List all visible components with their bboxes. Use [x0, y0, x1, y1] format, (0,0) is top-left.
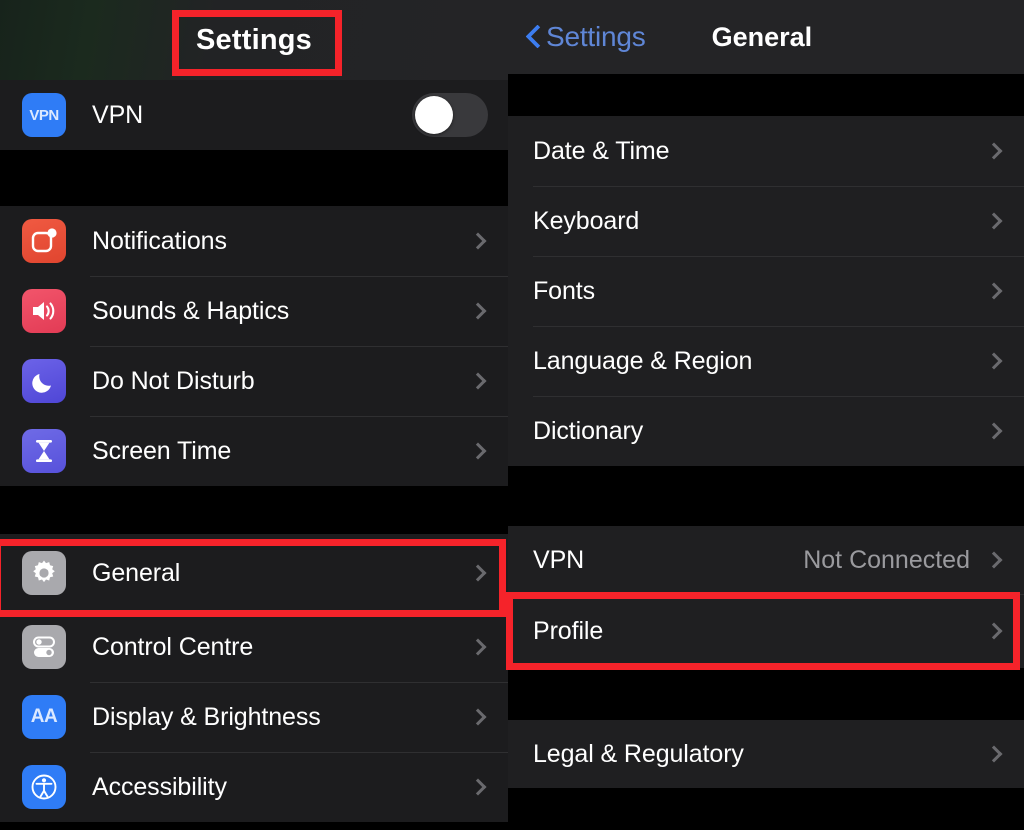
settings-group-system: General Control Centre [0, 534, 508, 822]
general-detail-panel: Settings General Date & Time Keyboard Fo… [508, 0, 1024, 830]
settings-row-screen-time[interactable]: Screen Time [0, 416, 508, 486]
section-gap [508, 668, 1024, 720]
settings-row-label: VPN [92, 101, 143, 130]
left-nav-header: Settings [0, 0, 508, 80]
display-icon-text: AA [31, 706, 57, 728]
settings-row-label: Keyboard [533, 207, 639, 236]
chevron-right-icon [986, 552, 1003, 569]
chevron-right-icon [986, 143, 1003, 160]
sounds-icon [22, 289, 66, 333]
accessibility-icon [22, 765, 66, 809]
settings-row-label: Do Not Disturb [92, 367, 255, 396]
page-title: Settings [196, 24, 312, 57]
settings-row-label: Display & Brightness [92, 703, 321, 732]
back-button-label: Settings [546, 21, 646, 53]
settings-row-label: Notifications [92, 227, 227, 256]
accessibility-glyph [29, 772, 59, 802]
vpn-icon: VPN [22, 93, 66, 137]
settings-group-vpn: VPN VPN [0, 80, 508, 150]
settings-group-alerts: Notifications Sounds & Haptics [0, 206, 508, 486]
moon-glyph [29, 366, 59, 396]
chevron-right-icon [986, 283, 1003, 300]
settings-row-notifications[interactable]: Notifications [0, 206, 508, 276]
general-row-fonts[interactable]: Fonts [508, 256, 1024, 326]
general-row-keyboard[interactable]: Keyboard [508, 186, 1024, 256]
vpn-toggle[interactable] [412, 93, 488, 137]
gear-icon [22, 551, 66, 595]
chevron-left-icon [526, 23, 542, 51]
general-group-legal: Legal & Regulatory [508, 720, 1024, 788]
general-row-profile[interactable]: Profile [508, 594, 1024, 668]
chevron-right-icon [470, 443, 487, 460]
settings-row-sounds-haptics[interactable]: Sounds & Haptics [0, 276, 508, 346]
right-nav-header: Settings General [508, 0, 1024, 74]
notifications-glyph [29, 226, 59, 256]
toggle-knob [415, 96, 453, 134]
chevron-right-icon [470, 303, 487, 320]
settings-row-label: Date & Time [533, 137, 669, 166]
settings-row-label: Fonts [533, 277, 595, 306]
chevron-right-icon [470, 373, 487, 390]
chevron-right-icon [470, 233, 487, 250]
vpn-icon-text: VPN [29, 107, 58, 124]
section-gap [508, 466, 1024, 526]
do-not-disturb-icon [22, 359, 66, 403]
chevron-right-icon [986, 423, 1003, 440]
settings-row-label: VPN [533, 546, 584, 575]
chevron-right-icon [986, 353, 1003, 370]
settings-row-label: Control Centre [92, 633, 253, 662]
speaker-glyph [29, 296, 59, 326]
gear-glyph [29, 558, 59, 588]
back-button[interactable]: Settings [526, 21, 646, 53]
settings-row-label: General [92, 559, 180, 588]
general-row-vpn[interactable]: VPN Not Connected [508, 526, 1024, 594]
general-row-dictionary[interactable]: Dictionary [508, 396, 1024, 466]
chevron-right-icon [986, 623, 1003, 640]
hourglass-glyph [29, 436, 59, 466]
notifications-icon [22, 219, 66, 263]
section-gap [0, 150, 508, 206]
chevron-right-icon [470, 639, 487, 656]
chevron-right-icon [470, 709, 487, 726]
settings-list-panel: Settings VPN VPN [0, 0, 508, 830]
settings-row-display-brightness[interactable]: AA Display & Brightness [0, 682, 508, 752]
chevron-right-icon [986, 213, 1003, 230]
chevron-right-icon [986, 746, 1003, 763]
settings-row-label: Screen Time [92, 437, 231, 466]
settings-row-label: Accessibility [92, 773, 227, 802]
settings-row-label: Language & Region [533, 347, 752, 376]
detail-page-title: General [712, 22, 813, 53]
settings-row-do-not-disturb[interactable]: Do Not Disturb [0, 346, 508, 416]
general-row-date-time[interactable]: Date & Time [508, 116, 1024, 186]
vpn-status-value: Not Connected [803, 546, 970, 575]
settings-row-accessibility[interactable]: Accessibility [0, 752, 508, 822]
general-row-legal-regulatory[interactable]: Legal & Regulatory [508, 720, 1024, 788]
screenshot-root: Settings VPN VPN [0, 0, 1024, 830]
settings-row-label: Sounds & Haptics [92, 297, 289, 326]
settings-row-vpn[interactable]: VPN VPN [0, 80, 508, 150]
section-gap [0, 486, 508, 534]
settings-row-general[interactable]: General [0, 534, 508, 612]
general-group-network: VPN Not Connected Profile [508, 526, 1024, 668]
screen-time-icon [22, 429, 66, 473]
settings-row-control-centre[interactable]: Control Centre [0, 612, 508, 682]
settings-row-label: Dictionary [533, 417, 643, 446]
display-icon: AA [22, 695, 66, 739]
toggles-glyph [29, 632, 59, 662]
chevron-right-icon [470, 779, 487, 796]
control-centre-icon [22, 625, 66, 669]
settings-row-label: Profile [533, 617, 603, 646]
settings-row-label: Legal & Regulatory [533, 740, 744, 769]
general-group-localization: Date & Time Keyboard Fonts Language & Re… [508, 116, 1024, 466]
general-row-language-region[interactable]: Language & Region [508, 326, 1024, 396]
chevron-right-icon [470, 565, 487, 582]
section-gap [508, 74, 1024, 116]
